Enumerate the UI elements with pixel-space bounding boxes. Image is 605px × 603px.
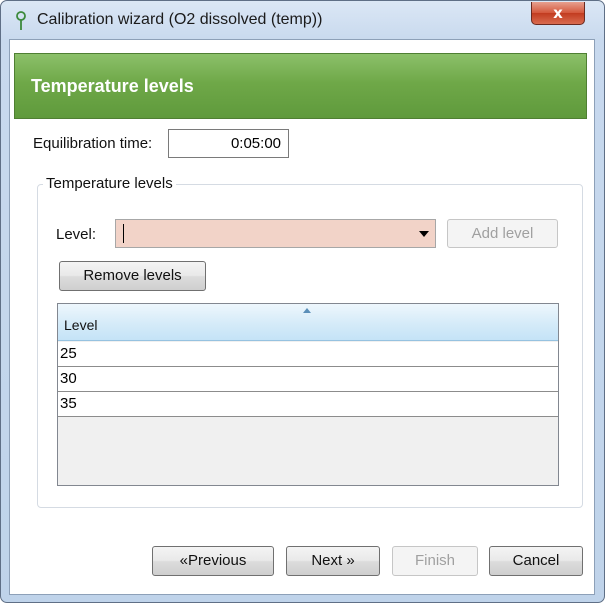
chevron-down-icon[interactable] <box>419 231 429 237</box>
table-row[interactable]: 25 <box>58 342 558 367</box>
column-header-level[interactable]: Level <box>64 317 97 333</box>
add-level-button[interactable]: Add level <box>447 219 558 248</box>
cancel-button[interactable]: Cancel <box>489 546 583 576</box>
close-button[interactable]: x <box>531 2 585 25</box>
step-header: Temperature levels <box>14 53 587 119</box>
equilibration-time-label: Equilibration time: <box>33 135 153 152</box>
equilibration-time-input[interactable]: 0:05:00 <box>168 129 289 158</box>
step-title: Temperature levels <box>31 76 194 96</box>
table-row[interactable]: 35 <box>58 392 558 417</box>
temperature-levels-group-caption: Temperature levels <box>43 175 176 192</box>
levels-table[interactable]: Level 25 30 35 <box>57 303 559 486</box>
next-button[interactable]: Next » <box>286 546 380 576</box>
sort-ascending-icon <box>303 308 311 313</box>
window-title: Calibration wizard (O2 dissolved (temp)) <box>37 11 323 28</box>
table-row[interactable]: 30 <box>58 367 558 392</box>
remove-levels-button[interactable]: Remove levels <box>59 261 206 291</box>
levels-table-header[interactable]: Level <box>58 304 558 341</box>
app-icon <box>16 11 26 30</box>
finish-button[interactable]: Finish <box>392 546 478 576</box>
title-bar[interactable]: Calibration wizard (O2 dissolved (temp))… <box>1 1 604 39</box>
level-combobox[interactable] <box>115 219 436 248</box>
level-label: Level: <box>56 226 97 243</box>
text-caret <box>123 224 124 243</box>
previous-button[interactable]: «Previous <box>152 546 274 576</box>
